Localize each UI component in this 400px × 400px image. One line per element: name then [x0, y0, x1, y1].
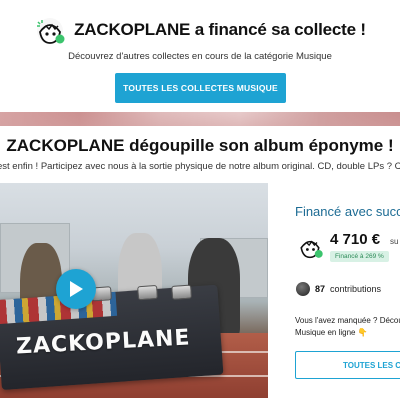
funded-percent-badge: Financé à 269 % — [330, 251, 389, 262]
project-title: ZACKOPLANE dégoupille son album éponyme … — [6, 136, 394, 155]
missed-line-1: Vous l'avez manquée ? Décou — [295, 316, 400, 325]
play-icon — [70, 281, 83, 297]
all-music-collects-button[interactable]: TOUTES LES COLLECTES MUSIQUE — [115, 73, 286, 103]
amount-raised: 4 710 € — [330, 231, 381, 248]
guitar-knob — [137, 284, 159, 301]
all-collects-outline-button[interactable]: TOUTES LES CO — [295, 351, 400, 379]
missed-text: Vous l'avez manquée ? Décou Musique en l… — [295, 315, 400, 339]
contributor-avatar — [296, 282, 310, 296]
play-button[interactable] — [56, 269, 96, 309]
project-subtitle: est enfin ! Participez avec nous à la so… — [0, 161, 400, 172]
missed-line-2: Musique en ligne 👇 — [295, 328, 368, 337]
success-title: ZACKOPLANE a financé sa collecte ! — [74, 20, 366, 39]
contributions-label: contributions — [330, 284, 382, 294]
amount-suffix: su — [390, 237, 399, 246]
success-header: ZACKOPLANE a financé sa collecte ! — [0, 14, 400, 46]
discover-text: Découvrez d'autres collectes en cours de… — [68, 51, 332, 62]
guitar-knob — [171, 284, 193, 300]
zackoplane-egg-logo-icon — [300, 240, 323, 259]
zackoplane-egg-logo-icon — [37, 18, 65, 44]
success-banner: ZACKOPLANE a financé sa collecte ! Décou… — [0, 0, 400, 112]
contributions-count: 87 — [315, 284, 326, 294]
funded-label: Financé avec succ — [295, 204, 400, 219]
